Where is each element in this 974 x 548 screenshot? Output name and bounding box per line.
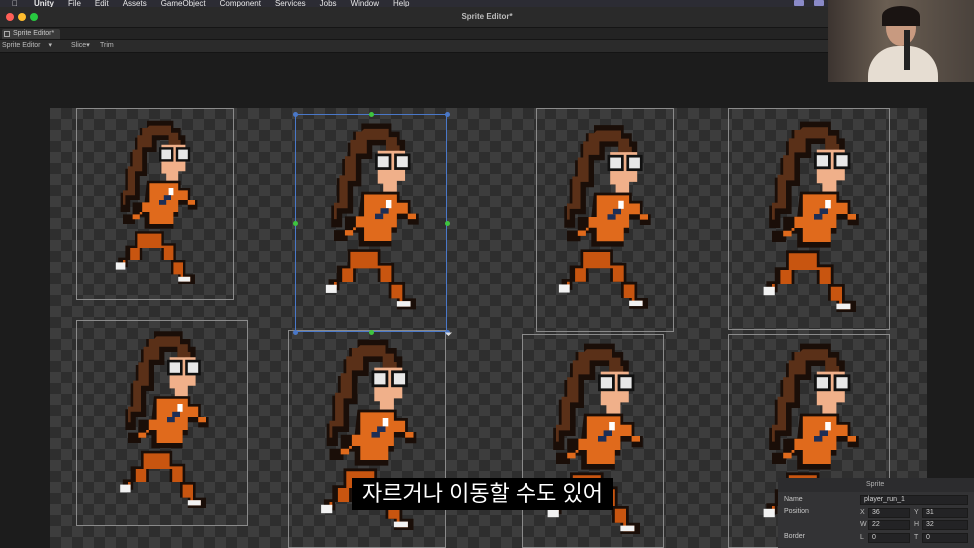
position-y-field[interactable]: 31 [922, 508, 968, 518]
sprite-editor-icon [4, 31, 10, 37]
menu-help[interactable]: Help [393, 0, 409, 7]
name-label: Name [784, 496, 803, 503]
sprite-name-field[interactable]: player_run_1 [860, 495, 968, 505]
position-x-field[interactable]: 36 [868, 508, 910, 518]
width-field[interactable]: 22 [868, 520, 910, 530]
resize-handle[interactable] [293, 112, 298, 117]
microphone-icon [904, 30, 910, 70]
sprite-runner-frame-2 [325, 123, 419, 310]
person-hair [882, 6, 920, 26]
sprite-runner-frame-5 [120, 331, 209, 508]
slice-label: Slice [71, 42, 87, 49]
height-field[interactable]: 32 [922, 520, 968, 530]
chevron-down-icon: ▾ [48, 42, 52, 49]
slice-dropdown[interactable]: Slice▾ [71, 41, 90, 51]
menu-services[interactable]: Services [275, 0, 306, 7]
menu-window[interactable]: Window [351, 0, 379, 7]
menu-app-unity[interactable]: Unity [34, 0, 54, 7]
x-label: X [860, 509, 865, 516]
t-label: T [914, 534, 919, 541]
video-subtitle: 자르거나 이동할 수도 있어 [352, 478, 613, 510]
position-label: Position [784, 508, 809, 515]
sprite-inspector-panel: Sprite Name player_run_1 Position X 36 Y… [778, 478, 974, 548]
menu-jobs[interactable]: Jobs [320, 0, 337, 7]
sprite-runner-frame-6 [321, 339, 417, 530]
menu-file[interactable]: File [68, 0, 81, 7]
status-icons [794, 0, 824, 6]
tab-sprite-editor[interactable]: Sprite Editor* [2, 29, 61, 39]
menu-component[interactable]: Component [220, 0, 261, 7]
mode-dropdown[interactable]: Sprite Editor ▾ [2, 41, 52, 51]
h-label: H [914, 521, 920, 528]
border-label: Border [784, 533, 806, 540]
menu-assets[interactable]: Assets [123, 0, 147, 7]
menu-gameobject[interactable]: GameObject [161, 0, 206, 7]
border-l-field[interactable]: 0 [868, 533, 910, 543]
sprite-runner-frame-3 [558, 125, 651, 309]
mode-dropdown-label: Sprite Editor [2, 42, 41, 49]
w-label: W [860, 521, 867, 528]
status-icon[interactable] [794, 0, 804, 6]
resize-handle[interactable] [369, 112, 374, 117]
resize-handle[interactable] [293, 221, 298, 226]
panel-header: Sprite [778, 478, 974, 492]
resize-handle[interactable] [445, 112, 450, 117]
trim-button[interactable]: Trim [100, 41, 114, 51]
sprite-runner-frame-1 [115, 120, 198, 284]
tab-label: Sprite Editor* [13, 30, 55, 37]
menu-edit[interactable]: Edit [95, 0, 109, 7]
y-label: Y [914, 509, 919, 516]
status-icon[interactable] [814, 0, 824, 6]
sprite-runner-frame-4 [763, 121, 859, 312]
chevron-down-icon: ▾ [86, 42, 90, 49]
border-t-field[interactable]: 0 [922, 533, 968, 543]
apple-icon[interactable]:  [12, 0, 18, 7]
webcam-overlay [828, 0, 974, 82]
sprite-runner-frame-7 [547, 343, 643, 534]
l-label: L [860, 534, 864, 541]
